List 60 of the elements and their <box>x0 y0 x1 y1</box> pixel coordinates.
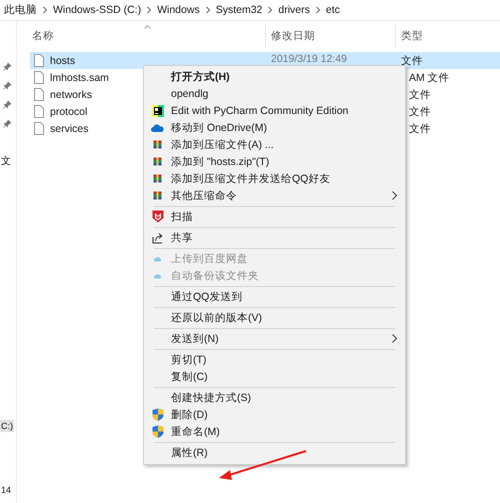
chevron-icon <box>267 6 274 14</box>
file-icon <box>34 122 44 135</box>
file-type: 文件 <box>409 122 431 136</box>
cloud-icon <box>154 272 161 278</box>
menu-item[interactable]: 复制(C) <box>144 368 405 385</box>
breadcrumb-item[interactable]: System32 <box>216 4 262 16</box>
menu-item[interactable]: 打开方式(H) <box>144 68 405 85</box>
menu-item[interactable]: 共享 <box>144 229 405 246</box>
menu-item[interactable]: 扫描 <box>144 208 405 225</box>
share-icon <box>152 232 164 244</box>
file-icon <box>34 105 44 118</box>
file-name: networks <box>50 88 92 100</box>
menu-item[interactable]: 剪切(T) <box>144 351 405 368</box>
cloud-icon <box>154 256 161 262</box>
menu-item[interactable]: 添加到压缩文件(A) ... <box>144 136 405 153</box>
menu-item[interactable]: 还原以前的版本(V) <box>144 309 405 326</box>
menu-item[interactable]: 创建快捷方式(S) <box>144 389 405 406</box>
shield-icon <box>152 408 164 421</box>
menu-item[interactable]: 通过QQ发送到 <box>144 288 405 305</box>
file-date: 2019/3/19 12:49 <box>271 53 347 65</box>
menu-item[interactable]: 属性(R) <box>144 444 405 461</box>
column-header[interactable]: 类型 <box>396 25 500 47</box>
breadcrumb-item[interactable]: Windows-SSD (C:) <box>53 4 142 16</box>
file-name: protocol <box>50 106 88 118</box>
file-type: 文件 <box>401 54 423 68</box>
menu-item[interactable]: 其他压缩命令 <box>144 187 405 204</box>
file-icon <box>34 88 44 101</box>
chevron-icon <box>204 6 211 14</box>
chevron-icon <box>42 6 48 14</box>
chevron-icon <box>146 6 152 14</box>
cloud-icon <box>151 124 164 132</box>
breadcrumb-item[interactable]: 此电脑 <box>4 3 37 17</box>
menu-item[interactable]: 添加到压缩文件并发送给QQ好友 <box>144 170 405 187</box>
menu-item[interactable]: 移动到 OneDrive(M) <box>144 119 405 136</box>
menu-item[interactable]: 添加到 "hosts.zip"(T) <box>144 153 405 170</box>
nav-item[interactable]: 14 <box>0 484 12 496</box>
breadcrumb-item[interactable]: drivers <box>278 4 310 16</box>
file-type: 文件 <box>409 104 431 118</box>
file-name: lmhosts.sam <box>50 72 109 84</box>
nav-item[interactable]: 文 <box>0 156 12 168</box>
menu-item[interactable]: 发送到(N) <box>144 330 405 347</box>
breadcrumb-item[interactable]: Windows <box>157 4 200 16</box>
shield-icon <box>152 210 164 223</box>
column-header[interactable]: 修改日期 <box>266 25 396 47</box>
file-type: 文件 <box>409 88 431 102</box>
file-name: hosts <box>50 54 76 66</box>
file-icon <box>34 54 44 67</box>
menu-item[interactable]: 删除(D) <box>144 406 405 423</box>
menu-item[interactable]: 重命名(M) <box>144 423 405 440</box>
nav-item[interactable]: C:) <box>0 420 14 432</box>
file-type: AM 文件 <box>409 70 450 84</box>
shield-icon <box>152 425 164 438</box>
breadcrumb-item[interactable]: etc <box>326 4 340 16</box>
menu-item[interactable]: Edit with PyCharm Community Edition <box>144 102 405 119</box>
chevron-icon <box>314 6 321 14</box>
pycharm-icon <box>152 104 164 116</box>
file-name: services <box>50 122 89 134</box>
menu-item[interactable]: opendlg <box>144 85 405 102</box>
column-header[interactable]: 名称 <box>17 25 266 47</box>
file-icon <box>34 71 44 84</box>
